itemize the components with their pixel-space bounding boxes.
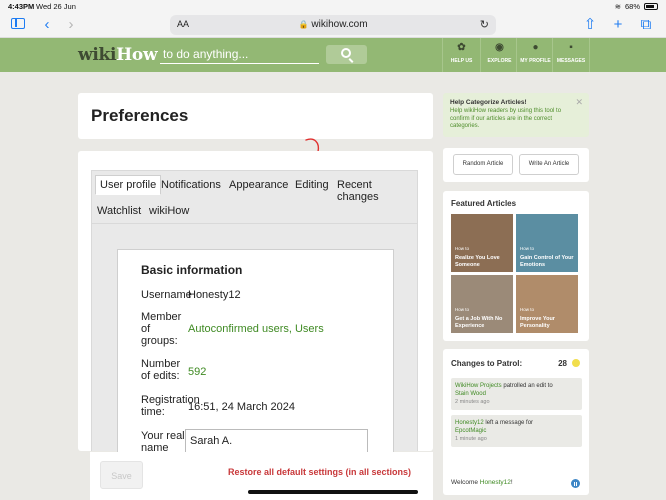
share-icon[interactable]: ⇧	[581, 16, 599, 34]
realname-label-1: Your real	[141, 430, 185, 442]
browser-toolbar: ‹ › AA 🔒 wikihow.com ↻ ⇧ + ⧉	[0, 12, 666, 38]
battery-percent: 68%	[624, 2, 640, 11]
new-tab-icon[interactable]: +	[609, 16, 627, 34]
preference-tabs: User profile Notifications Appearance Ed…	[91, 170, 418, 224]
chat-icon: ▪	[569, 42, 573, 53]
save-button[interactable]: Save	[100, 461, 143, 489]
help-categorize-box: Help Categorize Articles! Help wikiHow r…	[443, 93, 589, 137]
patrol-target[interactable]: Stain Wood	[455, 391, 486, 397]
edits-value[interactable]: 592	[188, 366, 206, 378]
basic-information-section: Basic information Username Honesty12 Mem…	[117, 249, 394, 459]
featured-article-card[interactable]: How to Improve Your Personality	[516, 275, 578, 333]
groups-label-3: groups:	[141, 335, 178, 347]
article-buttons-box: Random Article Write An Article	[443, 148, 589, 182]
search-button[interactable]	[326, 45, 367, 64]
changes-to-patrol: Changes to Patrol: 28 WikiHow Projects p…	[443, 349, 589, 495]
restore-defaults-link[interactable]: Restore all default settings (in all sec…	[228, 467, 411, 477]
nav-explore[interactable]: ◉ EXPLORE	[480, 38, 518, 72]
tab-wikihow[interactable]: wikiHow	[145, 202, 193, 220]
patrol-item: WikiHow Projects patrolled an edit to St…	[451, 378, 582, 410]
page-title: Preferences	[91, 106, 189, 125]
section-title: Basic information	[141, 263, 243, 277]
registration-label-2: time:	[141, 406, 165, 418]
compass-icon: ◉	[495, 42, 504, 53]
sidebar-toggle-icon[interactable]	[11, 18, 25, 29]
tab-panel: Basic information Username Honesty12 Mem…	[91, 224, 418, 459]
status-time: 4:43PM	[8, 2, 35, 11]
featured-articles: Featured Articles How to Realize You Lov…	[443, 191, 589, 341]
registration-value: 16:51, 24 March 2024	[188, 401, 296, 413]
status-right: ≋ 68%	[615, 2, 658, 11]
patrol-item: Honesty12 left a message for EpcotMagic …	[451, 415, 582, 447]
status-dot-icon	[572, 359, 580, 367]
patrol-count: 28	[558, 359, 567, 368]
sprout-icon: ✿	[457, 42, 466, 53]
nav-my-profile[interactable]: ● MY PROFILE	[516, 38, 554, 72]
address-bar[interactable]: AA 🔒 wikihow.com ↻	[170, 15, 496, 35]
patrol-time: 1 minute ago	[455, 436, 487, 442]
back-icon[interactable]: ‹	[38, 16, 56, 34]
tab-notifications[interactable]: Notifications	[157, 176, 225, 194]
tab-watchlist[interactable]: Watchlist	[93, 202, 145, 220]
wifi-icon: ≋	[614, 2, 621, 11]
patrol-target[interactable]: EpcotMagic	[455, 428, 486, 434]
wikihow-logo[interactable]: wikiHow	[78, 45, 158, 65]
nav-help-us[interactable]: ✿ HELP US	[442, 38, 480, 72]
nav-messages[interactable]: ▪ MESSAGES	[552, 38, 590, 72]
tab-user-profile[interactable]: User profile	[95, 175, 162, 195]
tabs-overview-icon[interactable]: ⧉	[637, 16, 655, 34]
patrol-time: 2 minutes ago	[455, 399, 490, 405]
groups-value[interactable]: Autoconfirmed users, Users	[188, 323, 324, 335]
featured-article-card[interactable]: How to Realize You Love Someone	[451, 214, 513, 272]
preferences-panel: User profile Notifications Appearance Ed…	[78, 151, 433, 459]
help-title: Help Categorize Articles!	[450, 99, 527, 106]
featured-article-card[interactable]: How to Gain Control of Your Emotions	[516, 214, 578, 272]
battery-icon	[644, 3, 658, 10]
groups-label-1: Member	[141, 311, 182, 323]
user-icon: ●	[532, 42, 539, 53]
welcome-user-link[interactable]: Honesty12	[480, 479, 511, 486]
username-label: Username	[141, 289, 192, 301]
username-value: Honesty12	[188, 289, 241, 301]
help-text[interactable]: Help wikiHow readers by using this tool …	[450, 108, 580, 131]
site-header: wikiHow to do anything... ✿ HELP US ◉ EXPL…	[0, 38, 666, 72]
home-indicator	[248, 490, 418, 494]
write-article-button[interactable]: Write An Article	[519, 154, 579, 175]
real-name-field[interactable]: Sarah A.	[185, 429, 368, 453]
reload-icon[interactable]: ↻	[480, 18, 489, 31]
patrol-actor[interactable]: WikiHow Projects	[455, 383, 502, 389]
page-title-box: Preferences	[78, 93, 433, 139]
pause-icon[interactable]	[571, 479, 580, 488]
status-bar: 4:43PM Wed 26 Jun ≋ 68%	[0, 0, 666, 12]
featured-article-card[interactable]: How to Get a Job With No Experience	[451, 275, 513, 333]
patrol-actor[interactable]: Honesty12	[455, 420, 484, 426]
groups-label-2: of	[141, 323, 151, 335]
tab-editing[interactable]: Editing	[291, 176, 333, 194]
edits-label-2: of edits:	[141, 370, 180, 382]
forward-icon[interactable]: ›	[62, 16, 80, 34]
featured-title: Featured Articles	[451, 199, 517, 208]
status-date: Wed 26 Jun	[36, 2, 76, 11]
edits-label-1: Number	[141, 358, 181, 370]
search-input[interactable]: to do anything...	[160, 45, 319, 64]
patrol-title: Changes to Patrol:	[451, 359, 523, 368]
welcome-text: Welcome Honesty12!	[451, 479, 513, 486]
random-article-button[interactable]: Random Article	[453, 154, 513, 175]
close-icon[interactable]: ✕	[575, 97, 583, 108]
lock-icon: 🔒	[298, 20, 309, 29]
url-text: wikihow.com	[311, 19, 368, 30]
url-display[interactable]: 🔒 wikihow.com	[170, 19, 496, 30]
search-icon	[341, 48, 351, 58]
tab-appearance[interactable]: Appearance	[225, 176, 292, 194]
tab-recent-changes[interactable]: Recent changes	[333, 176, 417, 206]
